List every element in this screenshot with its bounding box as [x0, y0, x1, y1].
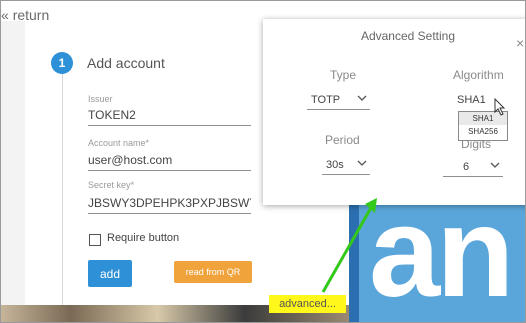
annotation-arrow — [321, 198, 377, 293]
screenshot-frame: an « return 1 Add account Issuer Account… — [0, 0, 526, 323]
